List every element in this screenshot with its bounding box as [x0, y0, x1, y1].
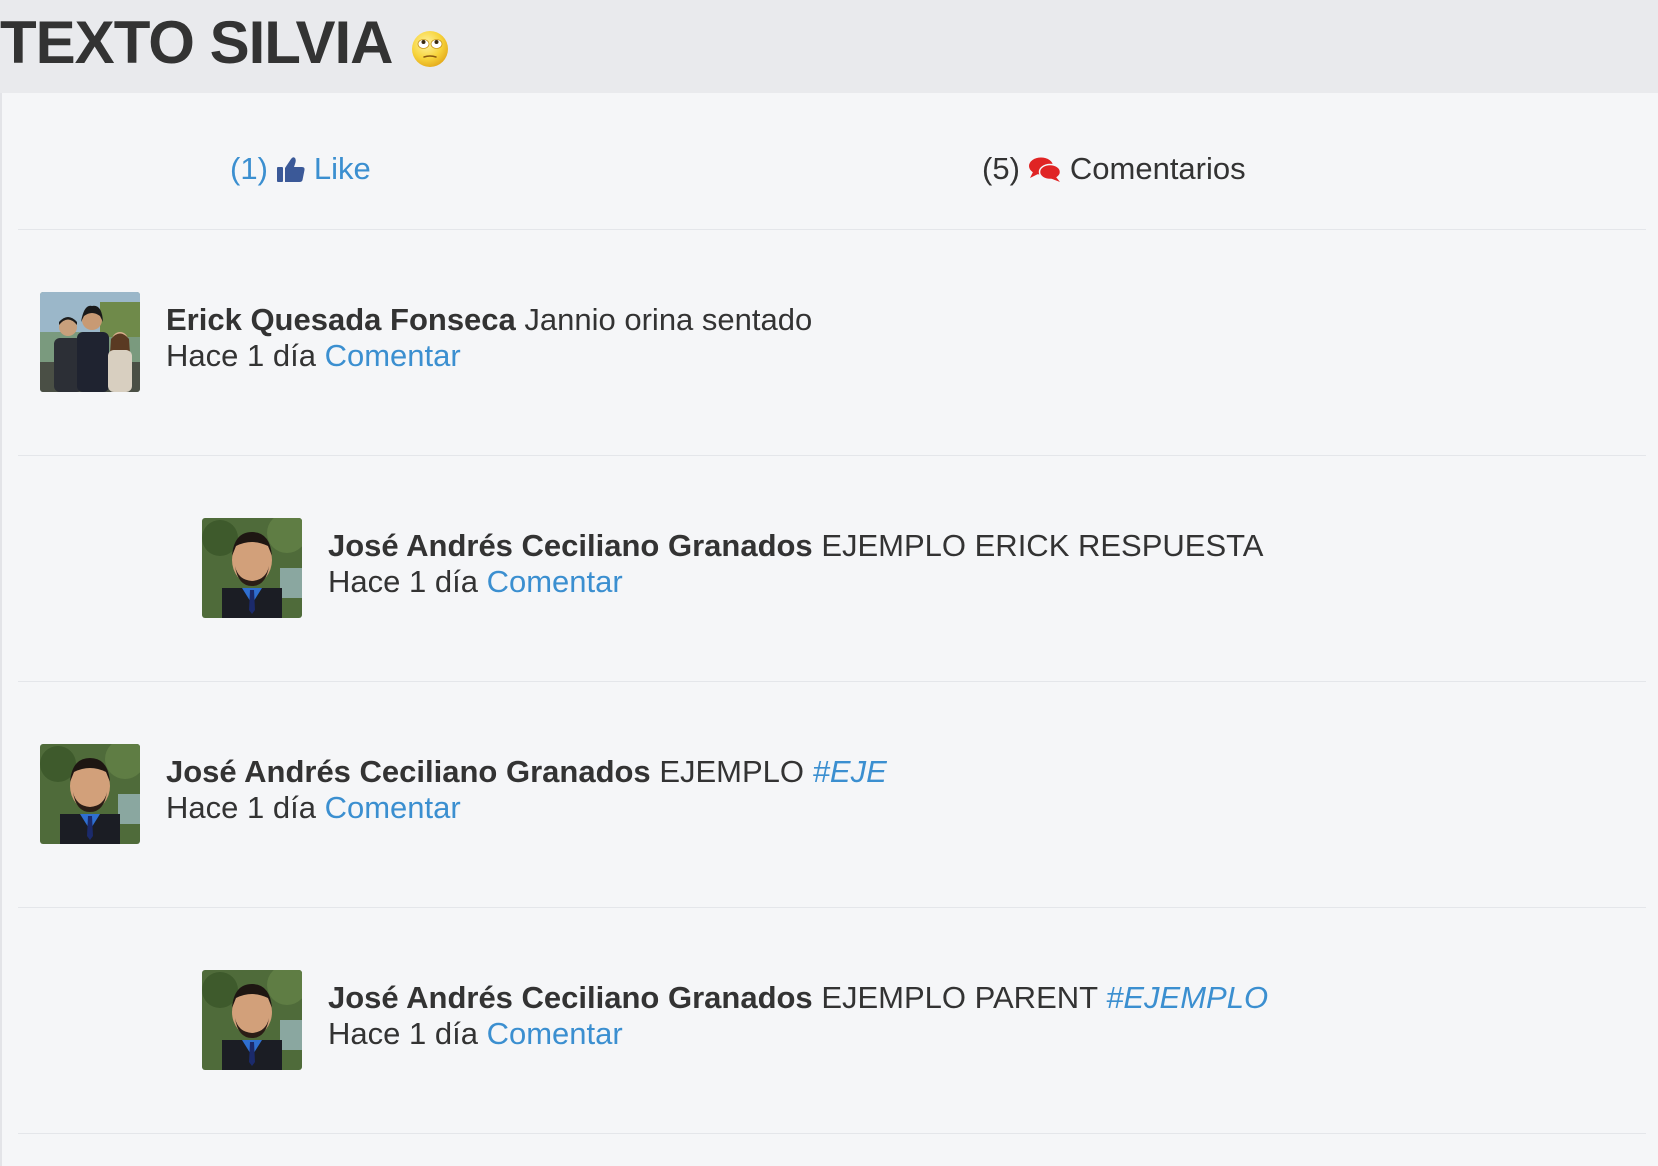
- rolling-eyes-emoji-icon: [411, 30, 449, 68]
- comment-body: José Andrés Ceciliano Granados EJEMPLO P…: [328, 980, 1268, 1052]
- hashtag-link[interactable]: #EJE: [813, 754, 887, 789]
- reply-link[interactable]: Comentar: [487, 564, 623, 599]
- speech-bubbles-icon: [1028, 157, 1062, 182]
- comments-label: Comentarios: [1069, 151, 1246, 186]
- comment-author[interactable]: José Andrés Ceciliano Granados: [328, 528, 813, 563]
- comments-count: (5): [982, 151, 1020, 186]
- avatar[interactable]: [40, 744, 140, 844]
- comment-text: EJEMPLO ERICK RESPUESTA: [821, 528, 1264, 563]
- comment-author[interactable]: José Andrés Ceciliano Granados: [328, 980, 813, 1015]
- post-header: TEXTO SILVIA: [0, 0, 1658, 93]
- avatar[interactable]: [202, 518, 302, 618]
- post-page: TEXTO SILVIA (1) Like (5) Comentarios Er…: [0, 0, 1658, 1166]
- hashtag-link[interactable]: #EJEMPLO: [1106, 980, 1268, 1015]
- comment-body: José Andrés Ceciliano Granados EJEMPLO #…: [166, 754, 887, 826]
- comment-text: EJEMPLO PARENT: [821, 980, 1098, 1015]
- avatar[interactable]: [40, 292, 140, 392]
- post-title: TEXTO SILVIA: [0, 8, 394, 76]
- post-content: (1) Like (5) Comentarios Erick Quesada F…: [0, 93, 1658, 1166]
- reply-link[interactable]: Comentar: [325, 338, 461, 373]
- comment-timestamp: Hace 1 día: [328, 564, 478, 599]
- thumbs-up-icon: [276, 157, 305, 182]
- avatar[interactable]: [202, 970, 302, 1070]
- comment-text: Jannio orina sentado: [524, 302, 813, 337]
- comment-text: EJEMPLO: [659, 754, 805, 789]
- post-actions-bar: (1) Like (5) Comentarios: [18, 93, 1646, 230]
- reply-link[interactable]: Comentar: [325, 790, 461, 825]
- comment-body: José Andrés Ceciliano Granados EJEMPLO E…: [328, 528, 1263, 600]
- comment-item: José Andrés Ceciliano Granados EJEMPLO P…: [18, 908, 1646, 1134]
- like-button[interactable]: (1) Like: [230, 151, 371, 187]
- comment-timestamp: Hace 1 día: [328, 1016, 478, 1051]
- comment-author[interactable]: Erick Quesada Fonseca: [166, 302, 516, 337]
- like-label: Like: [313, 151, 371, 186]
- comment-item: Erick Quesada Fonseca Jannio orina senta…: [18, 230, 1646, 456]
- comment-item: José Andrés Ceciliano Granados EJEMPLO E…: [18, 456, 1646, 682]
- comment-body: Erick Quesada Fonseca Jannio orina senta…: [166, 302, 812, 374]
- comment-timestamp: Hace 1 día: [166, 790, 316, 825]
- comment-timestamp: Hace 1 día: [166, 338, 316, 373]
- comments-toggle[interactable]: (5) Comentarios: [982, 151, 1246, 187]
- comment-item: José Andrés Ceciliano Granados EJEMPLO #…: [18, 682, 1646, 908]
- like-count: (1): [230, 151, 268, 186]
- comment-author[interactable]: José Andrés Ceciliano Granados: [166, 754, 651, 789]
- reply-link[interactable]: Comentar: [487, 1016, 623, 1051]
